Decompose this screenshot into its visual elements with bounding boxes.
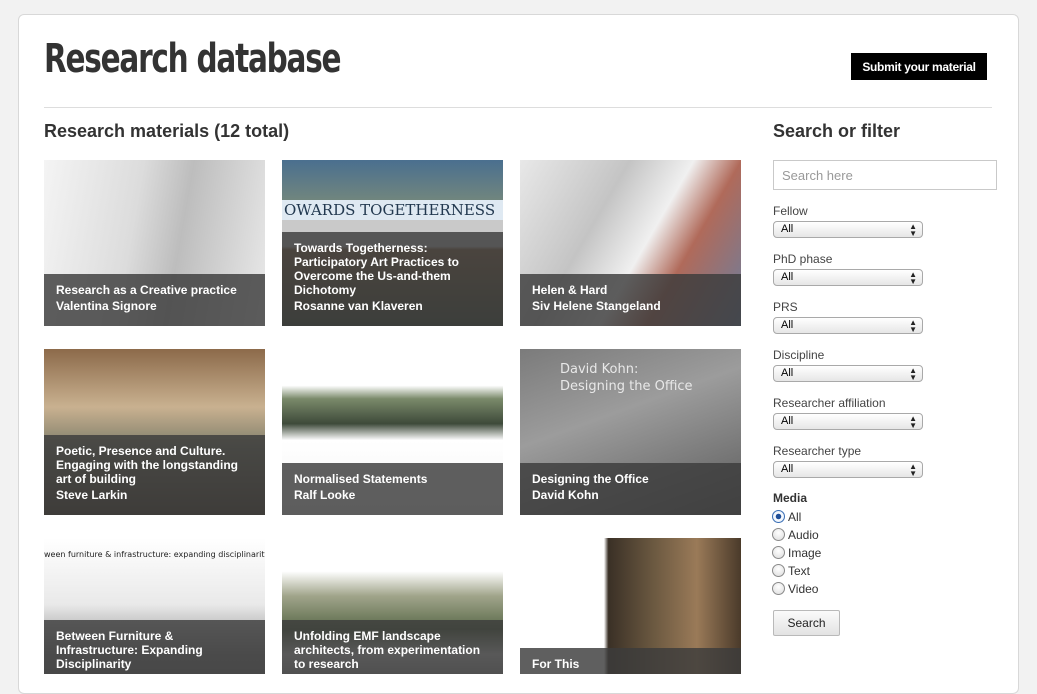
- card-caption: Unfolding EMF landscape architects, from…: [282, 620, 503, 674]
- radio-button-icon[interactable]: [772, 564, 785, 577]
- material-card[interactable]: Poetic, Presence and Culture. Engaging w…: [44, 349, 265, 515]
- researcher-affiliation-select[interactable]: All ▲ ▼: [773, 413, 923, 430]
- card-title: Research as a Creative practice: [56, 283, 237, 297]
- card-author: Siv Helene Stangeland: [532, 299, 661, 313]
- media-option-label: All: [788, 510, 802, 524]
- up-down-caret-icon: ▲ ▼: [909, 270, 917, 286]
- researcher-type-select[interactable]: All ▲ ▼: [773, 461, 923, 478]
- card-author: Steve Larkin: [56, 488, 128, 502]
- media-label: Media: [773, 491, 808, 505]
- radio-button-icon[interactable]: [772, 510, 785, 523]
- radio-button-icon[interactable]: [772, 528, 785, 541]
- card-title: Unfolding EMF landscape architects, from…: [294, 629, 481, 671]
- filter-label-researcher-type: Researcher type: [773, 444, 862, 458]
- search-input[interactable]: [773, 160, 997, 190]
- filter-label-fellow: Fellow: [773, 204, 808, 218]
- card-caption: Designing the Office David Kohn: [520, 463, 741, 515]
- card-caption: Towards Togetherness: Participatory Art …: [282, 232, 503, 326]
- card-caption: Helen & Hard Siv Helene Stangeland: [520, 274, 741, 326]
- prs-select-value: All: [781, 319, 794, 331]
- researcher-affiliation-select-value: All: [781, 415, 794, 427]
- filter-label-researcher-affiliation: Researcher affiliation: [773, 396, 886, 410]
- card-title: Designing the Office: [532, 472, 649, 486]
- material-card[interactable]: Research as a Creative practice Valentin…: [44, 160, 265, 326]
- media-option-label: Audio: [788, 528, 819, 542]
- card-caption: Poetic, Presence and Culture. Engaging w…: [44, 435, 265, 515]
- material-card[interactable]: Helen & Hard Siv Helene Stangeland: [520, 160, 741, 326]
- page-title: Research database: [44, 36, 342, 82]
- card-title: Normalised Statements: [294, 472, 428, 486]
- material-card[interactable]: Unfolding EMF landscape architects, from…: [282, 538, 503, 674]
- material-card[interactable]: David Kohn: Designing the Office Designi…: [520, 349, 741, 515]
- card-caption: Normalised Statements Ralf Looke: [282, 463, 503, 515]
- filter-label-discipline: Discipline: [773, 348, 825, 362]
- card-caption: Research as a Creative practice Valentin…: [44, 274, 265, 326]
- thumbnail-strip-text: ween furniture & infrastructure: expandi…: [44, 550, 265, 559]
- materials-grid: Research as a Creative practice Valentin…: [44, 160, 742, 674]
- prs-select[interactable]: All ▲ ▼: [773, 317, 923, 334]
- media-option-label: Video: [788, 582, 819, 596]
- card-title: Between Furniture & Infrastructure: Expa…: [56, 629, 203, 671]
- phd-phase-select-value: All: [781, 271, 794, 283]
- researcher-type-select-value: All: [781, 463, 794, 475]
- card-title: For This: [532, 657, 580, 671]
- sidebar-heading: Search or filter: [773, 121, 901, 141]
- material-card[interactable]: OWARDS TOGETHERNESS Towards Togetherness…: [282, 160, 503, 326]
- up-down-caret-icon: ▲ ▼: [909, 318, 917, 334]
- discipline-select-value: All: [781, 367, 794, 379]
- card-author: Valentina Signore: [56, 299, 157, 313]
- filter-label-phd-phase: PhD phase: [773, 252, 833, 266]
- header-divider: [44, 107, 992, 108]
- card-title: Poetic, Presence and Culture. Engaging w…: [56, 444, 238, 486]
- up-down-caret-icon: ▲ ▼: [909, 366, 917, 382]
- discipline-select[interactable]: All ▲ ▼: [773, 365, 923, 382]
- materials-heading: Research materials (12 total): [44, 121, 290, 141]
- material-card[interactable]: For This: [520, 538, 741, 674]
- media-option-label: Text: [788, 564, 811, 578]
- card-title: Towards Togetherness: Participatory Art …: [294, 241, 459, 297]
- card-author: David Kohn: [532, 488, 599, 502]
- material-card[interactable]: Normalised Statements Ralf Looke: [282, 349, 503, 515]
- card-title: Helen & Hard: [532, 283, 608, 297]
- up-down-caret-icon: ▲ ▼: [909, 222, 917, 238]
- card-author: Rosanne van Klaveren: [294, 299, 423, 313]
- fellow-select-value: All: [781, 223, 794, 235]
- fellow-select[interactable]: All ▲ ▼: [773, 221, 923, 238]
- card-caption: For This: [520, 648, 741, 674]
- search-button[interactable]: Search: [773, 610, 840, 636]
- radio-button-icon[interactable]: [772, 582, 785, 595]
- material-card[interactable]: ween furniture & infrastructure: expandi…: [44, 538, 265, 674]
- up-down-caret-icon: ▲ ▼: [909, 462, 917, 478]
- up-down-caret-icon: ▲ ▼: [909, 414, 917, 430]
- submit-material-button[interactable]: Submit your material: [851, 53, 987, 80]
- filter-label-prs: PRS: [773, 300, 798, 314]
- phd-phase-select[interactable]: All ▲ ▼: [773, 269, 923, 286]
- media-option-label: Image: [788, 546, 822, 560]
- radio-button-icon[interactable]: [772, 546, 785, 559]
- card-caption: Between Furniture & Infrastructure: Expa…: [44, 620, 265, 674]
- thumbnail-banner-text: OWARDS TOGETHERNESS: [282, 200, 503, 220]
- thumbnail-overlay-text: David Kohn: Designing the Office: [560, 362, 693, 394]
- card-author: Ralf Looke: [294, 488, 356, 502]
